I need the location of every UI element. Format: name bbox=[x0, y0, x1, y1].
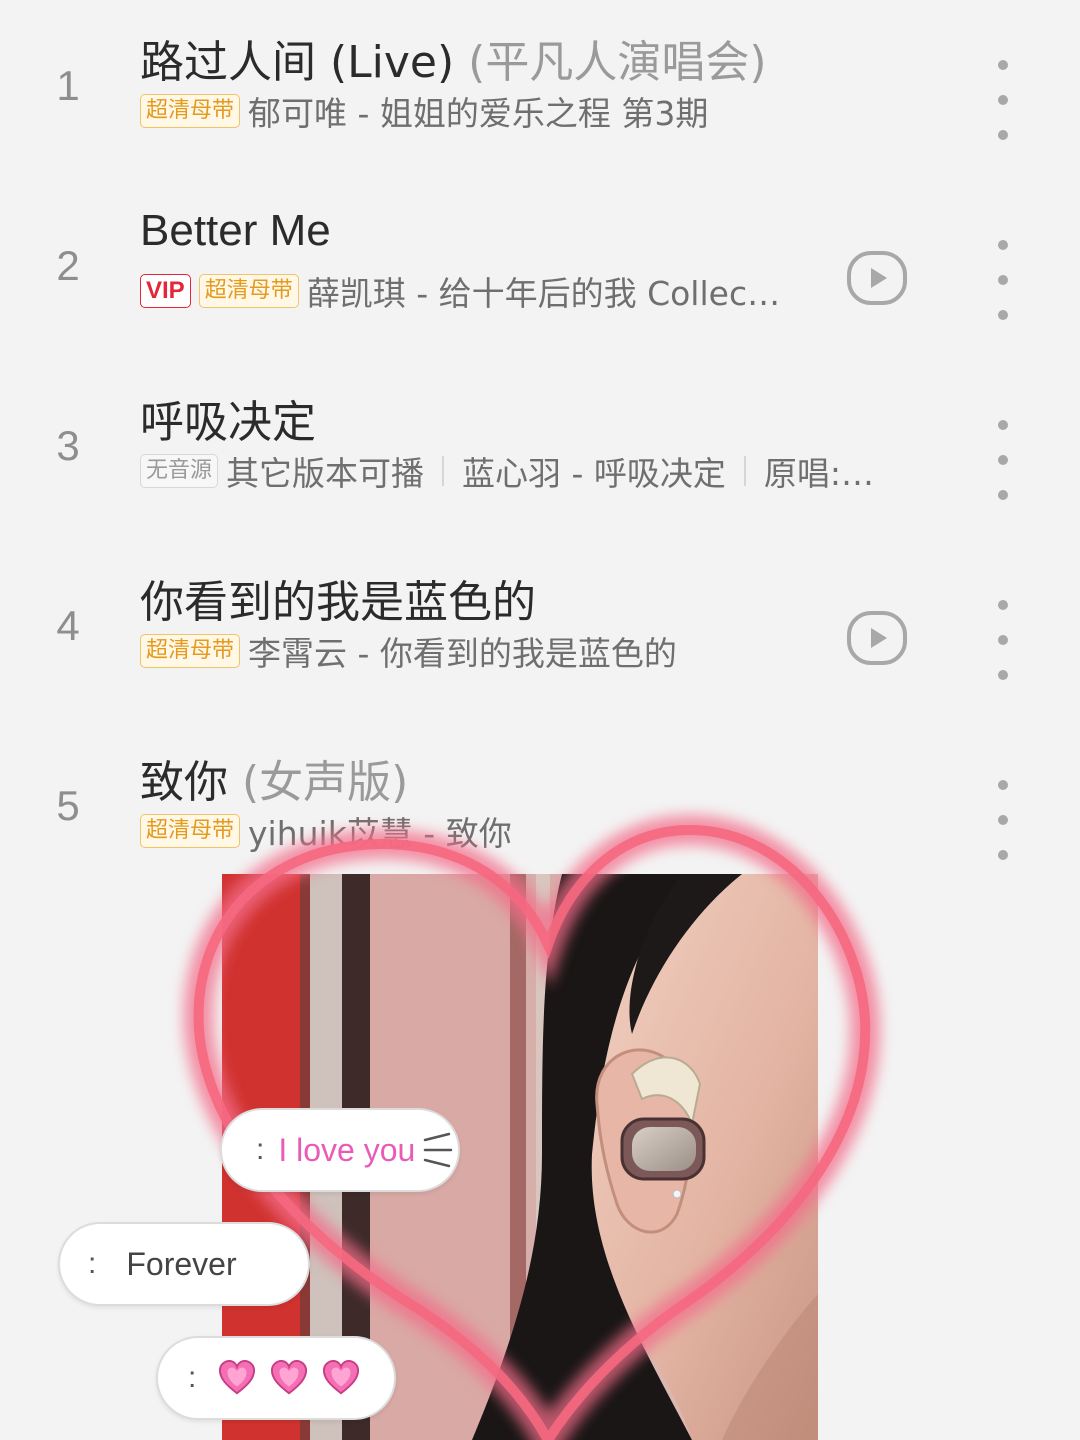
song-artist-album: 郁可唯 - 姐姐的爱乐之程 第3期 bbox=[248, 94, 709, 133]
song-subtitle-row: 超清母带 yihuik苡慧 - 致你 bbox=[140, 808, 512, 854]
bubble-prefix: : bbox=[256, 1133, 265, 1166]
song-index: 3 bbox=[56, 422, 80, 469]
song-title-suffix: (平凡人演唱会) bbox=[468, 37, 767, 88]
song-subtitle-row: 无音源 其它版本可播 蓝心羽 - 呼吸决定 原唱:… bbox=[140, 448, 874, 494]
song-title-main: 呼吸决定 bbox=[140, 397, 316, 448]
song-title-main: Better Me bbox=[140, 206, 331, 255]
bubble-prefix: : bbox=[88, 1247, 97, 1280]
song-index: 5 bbox=[56, 782, 80, 829]
song-title-main: 路过人间 (Live) bbox=[140, 37, 455, 88]
bubble-prefix: : bbox=[188, 1361, 197, 1394]
divider bbox=[743, 456, 746, 486]
more-options-icon[interactable] bbox=[988, 60, 1018, 140]
song-title: 路过人间 (Live) (平凡人演唱会) bbox=[140, 26, 767, 90]
song-subtitle-row: 超清母带 郁可唯 - 姐姐的爱乐之程 第3期 bbox=[140, 88, 708, 134]
song-subtitle-row: VIP 超清母带 薛凯琪 - 给十年后的我 Collec… bbox=[140, 268, 780, 314]
song-subtitle-row: 超清母带 李霄云 - 你看到的我是蓝色的 bbox=[140, 628, 677, 674]
sparkle-lines-icon bbox=[424, 1132, 453, 1168]
more-options-icon[interactable] bbox=[988, 600, 1018, 680]
pink-heart-icon bbox=[323, 1359, 360, 1395]
divider bbox=[442, 456, 445, 486]
play-circle-icon[interactable] bbox=[846, 610, 908, 666]
master-quality-badge: 超清母带 bbox=[140, 814, 241, 848]
play-circle-icon[interactable] bbox=[846, 250, 908, 306]
song-title: 致你 (女声版) bbox=[140, 746, 408, 810]
song-index: 4 bbox=[56, 602, 80, 649]
song-row-1[interactable]: 1 路过人间 (Live) (平凡人演唱会) 超清母带 郁可唯 - 姐姐的爱乐之… bbox=[0, 26, 1080, 206]
song-artist-album: 李霄云 - 你看到的我是蓝色的 bbox=[248, 634, 677, 673]
more-options-icon[interactable] bbox=[988, 420, 1018, 500]
love-bubble: : I love you bbox=[220, 1108, 460, 1192]
master-quality-badge: 超清母带 bbox=[198, 274, 299, 308]
song-row-4[interactable]: 4 你看到的我是蓝色的 超清母带 李霄云 - 你看到的我是蓝色的 bbox=[0, 566, 1080, 746]
song-title-main: 致你 bbox=[140, 757, 228, 808]
song-index: 1 bbox=[56, 62, 80, 109]
song-title: 你看到的我是蓝色的 bbox=[140, 566, 536, 630]
more-options-icon[interactable] bbox=[988, 780, 1018, 860]
song-artist-album: yihuik苡慧 - 致你 bbox=[248, 814, 512, 853]
no-source-badge: 无音源 bbox=[140, 454, 219, 488]
vip-badge: VIP bbox=[140, 274, 191, 308]
pink-heart-icon bbox=[219, 1359, 256, 1395]
song-index: 2 bbox=[56, 242, 80, 289]
original-singer-text: 原唱:… bbox=[763, 454, 875, 493]
more-options-icon[interactable] bbox=[988, 240, 1018, 320]
song-row-2[interactable]: 2 Better Me VIP 超清母带 薛凯琪 - 给十年后的我 Collec… bbox=[0, 206, 1080, 386]
other-version-text: 其它版本可播 bbox=[226, 454, 425, 493]
song-artist-album: 蓝心羽 - 呼吸决定 bbox=[462, 454, 726, 493]
hearts-bubble: : bbox=[156, 1336, 396, 1420]
song-row-3[interactable]: 3 呼吸决定 无音源 其它版本可播 蓝心羽 - 呼吸决定 原唱:… bbox=[0, 386, 1080, 566]
song-title: 呼吸决定 bbox=[140, 386, 316, 450]
pink-heart-icon bbox=[271, 1359, 308, 1395]
song-artist-album: 薛凯琪 - 给十年后的我 Collec… bbox=[306, 274, 781, 313]
song-title: Better Me bbox=[140, 206, 331, 256]
bubble-text: I love you bbox=[278, 1131, 416, 1168]
song-title-suffix: (女声版) bbox=[242, 757, 409, 808]
forever-bubble: : Forever bbox=[58, 1222, 310, 1306]
master-quality-badge: 超清母带 bbox=[140, 94, 241, 128]
bubble-text: Forever bbox=[126, 1245, 237, 1282]
master-quality-badge: 超清母带 bbox=[140, 634, 241, 668]
song-title-main: 你看到的我是蓝色的 bbox=[140, 577, 536, 628]
